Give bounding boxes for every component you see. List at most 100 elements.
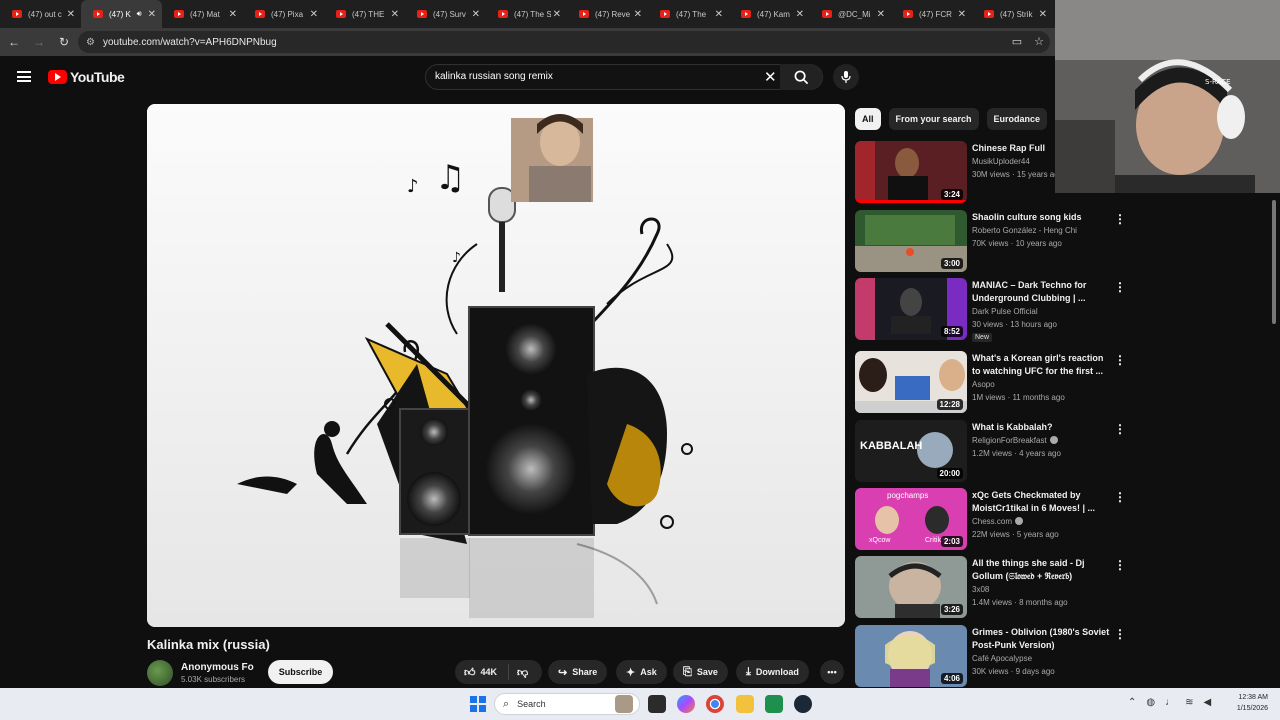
tab-close-icon[interactable]: ✕: [472, 9, 480, 20]
recommended-channel[interactable]: Dark Pulse Official: [972, 307, 1038, 316]
share-button[interactable]: ↪ Share: [548, 660, 608, 684]
browser-tab[interactable]: (47) Reve ✕: [567, 0, 648, 28]
tab-close-icon[interactable]: ✕: [796, 9, 804, 20]
browser-tab[interactable]: (47) Kam ✕: [729, 0, 810, 28]
more-vertical-icon[interactable]: ⋮: [1114, 558, 1126, 572]
channel-avatar[interactable]: [147, 659, 173, 686]
widget-icon[interactable]: [615, 695, 633, 713]
video-thumbnail[interactable]: KABBALAH 20:00: [855, 420, 967, 482]
subscribe-button[interactable]: Subscribe: [268, 660, 333, 684]
video-thumbnail[interactable]: 3:00: [855, 210, 967, 272]
recommended-video-title[interactable]: All the things she said - Dj Gollum (𝔖𝔩𝔬…: [972, 557, 1112, 583]
steam-icon[interactable]: [794, 695, 812, 713]
tab-close-icon[interactable]: ✕: [229, 9, 237, 20]
browser-tab[interactable]: (47) Surv ✕: [405, 0, 486, 28]
browser-tab[interactable]: (47) The S ✕: [486, 0, 567, 28]
recommended-channel[interactable]: Asopo: [972, 380, 995, 389]
browser-tab[interactable]: (47) THE ✕: [324, 0, 405, 28]
recommended-channel[interactable]: Chess.com: [972, 517, 1024, 526]
bookmark-star-icon[interactable]: ☆: [1034, 35, 1044, 48]
file-explorer-icon[interactable]: [736, 695, 754, 713]
browser-tab[interactable]: (47) Strik ✕: [972, 0, 1053, 28]
system-clock[interactable]: 12:38 AM 1/15/2026: [1224, 692, 1268, 714]
clear-search-icon[interactable]: ✕: [764, 68, 777, 86]
dislike-button[interactable]: 👎︎: [509, 666, 528, 679]
network-icon[interactable]: ◍: [1146, 697, 1155, 708]
video-thumbnail[interactable]: 12:28: [855, 351, 967, 413]
recommended-video[interactable]: 8:52 MANIAC – Dark Techno for Underground…: [855, 278, 1130, 342]
tab-close-icon[interactable]: ✕: [148, 9, 156, 20]
tab-close-icon[interactable]: ✕: [877, 9, 885, 20]
more-vertical-icon[interactable]: ⋮: [1114, 280, 1126, 294]
browser-tab[interactable]: @DC_Mi ✕: [810, 0, 891, 28]
video-player[interactable]: ♫ ♪ ♪: [147, 104, 845, 627]
volume-icon[interactable]: ◀: [1204, 697, 1212, 708]
save-button[interactable]: ⎘ Save: [673, 660, 728, 684]
voice-search-button[interactable]: [833, 64, 859, 90]
more-actions-button[interactable]: •••: [820, 660, 844, 684]
recommended-video-title[interactable]: Grimes - Oblivion (1980's Soviet Post-Pu…: [972, 626, 1112, 652]
site-info-icon[interactable]: ⚙: [86, 37, 95, 48]
windows-start-icon[interactable]: [470, 696, 486, 712]
filter-chip[interactable]: All: [855, 108, 881, 130]
recommended-video-title[interactable]: Shaolin culture song kids: [972, 211, 1112, 224]
chrome-icon[interactable]: [706, 695, 724, 713]
browser-tab[interactable]: (47) Mat ✕: [162, 0, 243, 28]
video-thumbnail[interactable]: pogchamps xQcow Critikal 2:03: [855, 488, 967, 550]
speaker-icon[interactable]: 🔊︎: [137, 9, 142, 19]
recommended-video-title[interactable]: MANIAC – Dark Techno for Underground Clu…: [972, 279, 1112, 305]
reload-icon[interactable]: ↻: [53, 35, 75, 49]
tab-close-icon[interactable]: ✕: [553, 9, 561, 20]
video-thumbnail[interactable]: 4:06: [855, 625, 967, 687]
channel-name[interactable]: Anonymous Fo: [181, 662, 254, 673]
recommended-video[interactable]: 12:28 What's a Korean girl's reaction to …: [855, 351, 1130, 413]
filter-chip[interactable]: Eurodance: [986, 108, 1048, 130]
browser-tab[interactable]: (47) The ✕: [648, 0, 729, 28]
tab-close-icon[interactable]: ✕: [1039, 9, 1047, 20]
address-bar[interactable]: ⚙ youtube.com/watch?v=APH6DNPNbug ▭ ☆: [78, 31, 1050, 53]
browser-tab[interactable]: (47) K 🔊︎ ✕: [81, 0, 162, 28]
video-thumbnail[interactable]: 3:26: [855, 556, 967, 618]
browser-tab[interactable]: (47) Pixa ✕: [243, 0, 324, 28]
recommended-video[interactable]: 3:26 All the things she said - Dj Gollum …: [855, 556, 1130, 618]
video-thumbnail[interactable]: 3:24: [855, 141, 967, 203]
recommended-video[interactable]: 4:06 Grimes - Oblivion (1980's Soviet Pos…: [855, 625, 1130, 687]
search-input[interactable]: kalinka russian song remix: [435, 71, 553, 82]
like-button[interactable]: 👍︎ 44K: [455, 664, 509, 680]
cast-icon[interactable]: ▭: [1012, 35, 1022, 48]
tab-close-icon[interactable]: ✕: [391, 9, 399, 20]
back-icon[interactable]: ←: [3, 35, 25, 49]
recommended-video[interactable]: KABBALAH 20:00 What is Kabbalah? ReligionFo…: [855, 420, 1130, 482]
forward-icon[interactable]: →: [28, 35, 50, 49]
menu-icon[interactable]: [17, 71, 31, 82]
recommended-channel[interactable]: Café Apocalypse: [972, 654, 1032, 663]
ask-button[interactable]: ✦ Ask: [616, 660, 667, 684]
browser-tab[interactable]: (47) FCR ✕: [891, 0, 972, 28]
recommended-channel[interactable]: ReligionForBreakfast: [972, 436, 1058, 445]
recommended-video-title[interactable]: What's a Korean girl's reaction to watch…: [972, 352, 1112, 378]
channel-info[interactable]: Anonymous Fo 5.03K subscribers: [147, 659, 254, 686]
more-vertical-icon[interactable]: ⋮: [1114, 627, 1126, 641]
recommended-video[interactable]: pogchamps xQcow Critikal 2:03 xQc Gets Check…: [855, 488, 1130, 550]
tab-close-icon[interactable]: ✕: [958, 9, 966, 20]
browser-tab[interactable]: (47) out c ✕: [0, 0, 81, 28]
search-button[interactable]: [780, 64, 822, 90]
recommended-channel[interactable]: Roberto González - Heng Chi: [972, 226, 1077, 235]
app-icon[interactable]: [765, 695, 783, 713]
more-vertical-icon[interactable]: ⋮: [1114, 353, 1126, 367]
tab-close-icon[interactable]: ✕: [715, 9, 723, 20]
more-vertical-icon[interactable]: ⋮: [1114, 490, 1126, 504]
more-vertical-icon[interactable]: ⋮: [1114, 212, 1126, 226]
task-view-icon[interactable]: [648, 695, 666, 713]
recommended-channel[interactable]: MusikUploder44: [972, 157, 1030, 166]
tab-close-icon[interactable]: ✕: [634, 9, 642, 20]
tab-close-icon[interactable]: ✕: [310, 9, 318, 20]
scrollbar-thumb[interactable]: [1272, 200, 1276, 324]
recommended-video-title[interactable]: xQc Gets Checkmated by MoistCr1tikal in …: [972, 489, 1112, 515]
microphone-icon[interactable]: ♩: [1165, 697, 1175, 708]
youtube-logo[interactable]: YouTube: [48, 69, 125, 85]
recommended-channel[interactable]: 3x08: [972, 585, 989, 594]
wifi-icon[interactable]: ≋: [1185, 697, 1193, 708]
chevron-up-icon[interactable]: ⌃: [1128, 697, 1136, 708]
video-thumbnail[interactable]: 8:52: [855, 278, 967, 340]
